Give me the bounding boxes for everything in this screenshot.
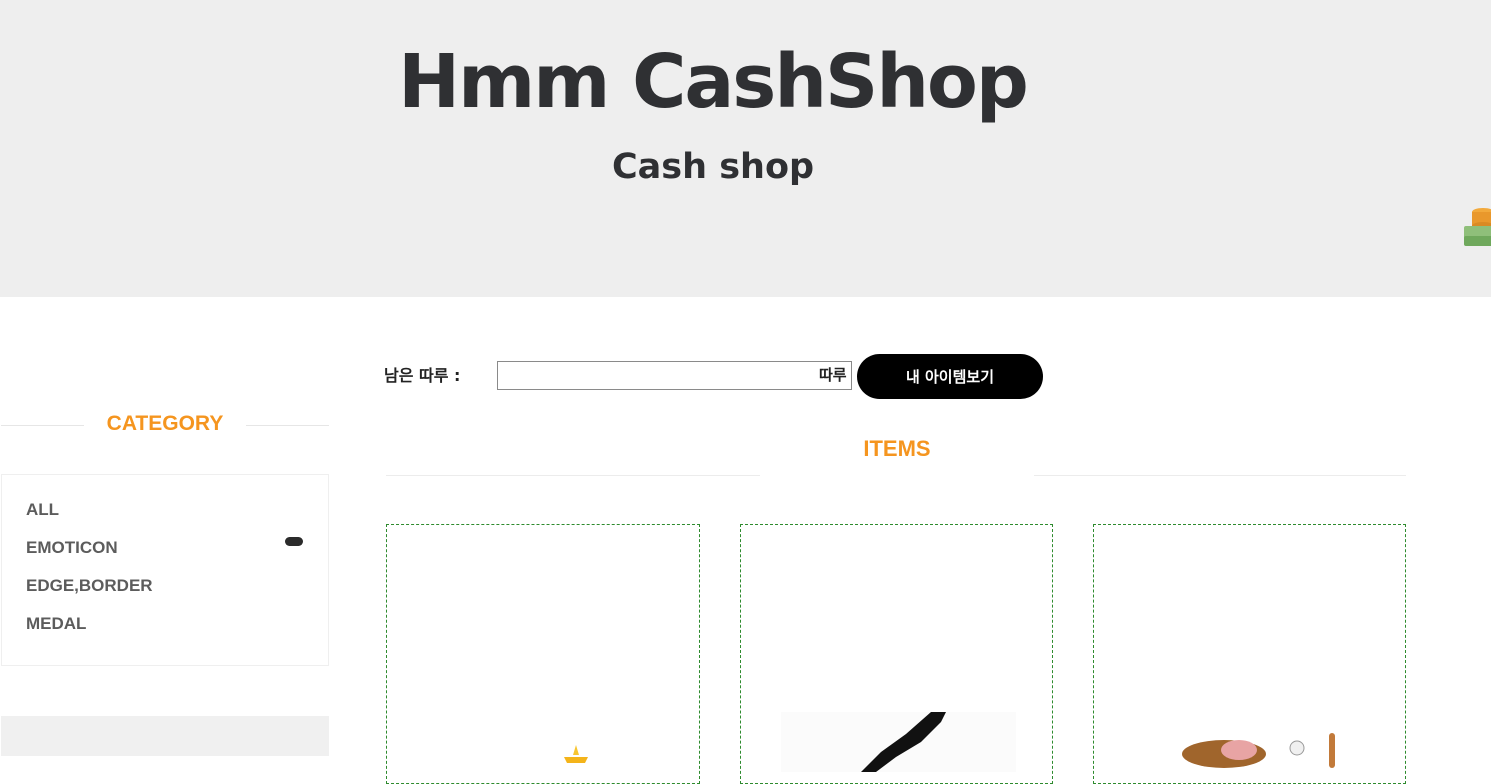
items-divider-right xyxy=(1034,475,1406,476)
site-title: Hmm CashShop xyxy=(398,39,1029,125)
category-item-medal[interactable]: MEDAL xyxy=(26,614,86,634)
money-stack-icon xyxy=(1463,206,1491,248)
my-items-button[interactable]: 내 아이템보기 xyxy=(857,354,1043,399)
points-unit-label: 따루 xyxy=(819,366,847,384)
category-item-all[interactable]: ALL xyxy=(26,500,59,520)
item-card[interactable] xyxy=(386,524,700,784)
hero-banner: Hmm CashShop Cash shop xyxy=(0,0,1491,297)
sidebar-panel xyxy=(1,716,329,756)
crown-sparkle-item-image xyxy=(561,743,591,767)
site-subtitle: Cash shop xyxy=(611,147,815,187)
cartoon-character-item-image xyxy=(1179,730,1349,774)
active-indicator-badge xyxy=(285,537,303,546)
items-title: ITEMS xyxy=(863,436,931,461)
black-silhouette-item-image xyxy=(781,712,1016,772)
category-divider-right xyxy=(246,425,329,426)
category-divider-left xyxy=(1,425,84,426)
category-header: CATEGORY xyxy=(0,408,329,442)
remaining-points-field[interactable] xyxy=(497,361,852,390)
items-divider-left xyxy=(386,475,760,476)
item-card[interactable] xyxy=(1093,524,1406,784)
category-item-emoticon[interactable]: EMOTICON xyxy=(26,538,118,558)
item-card[interactable] xyxy=(740,524,1053,784)
remaining-points-label: 남은 따루 : xyxy=(384,366,461,385)
category-title: CATEGORY xyxy=(106,412,224,435)
category-item-edge-border[interactable]: EDGE,BORDER xyxy=(26,576,153,596)
